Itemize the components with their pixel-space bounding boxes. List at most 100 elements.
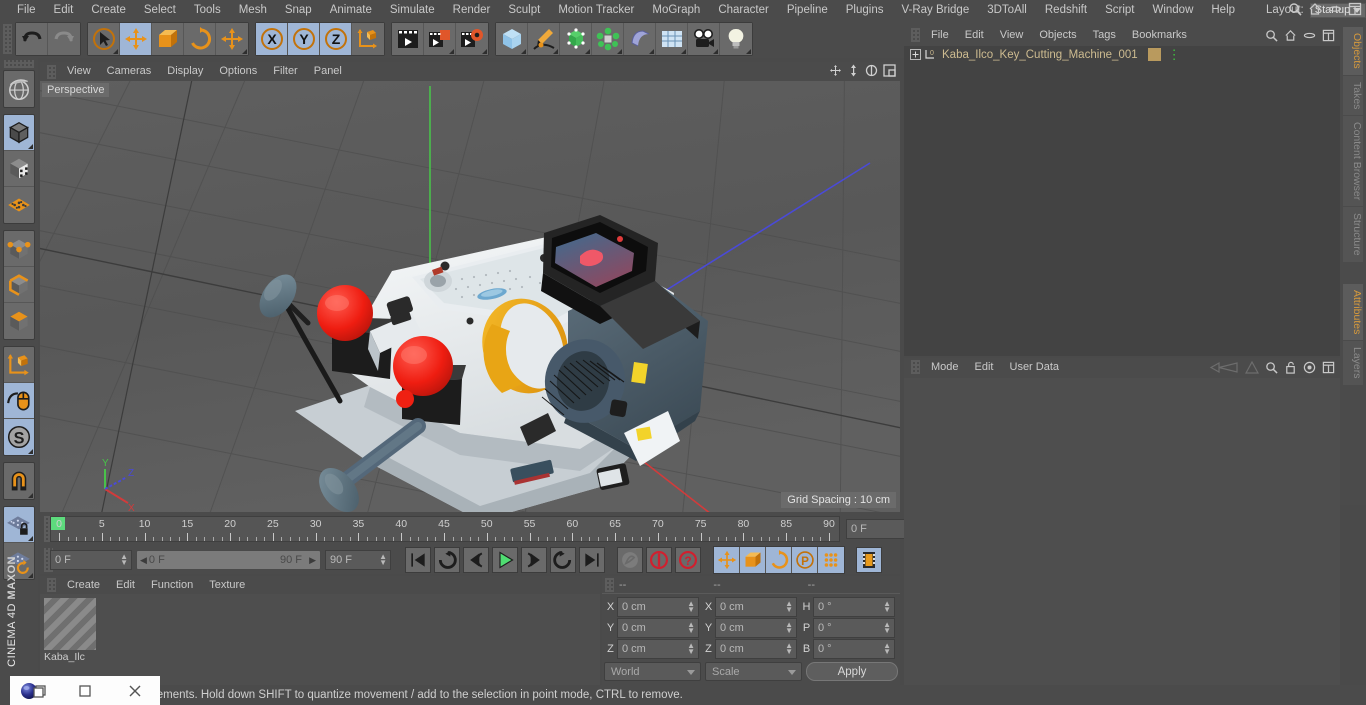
- menu-item-sculpt[interactable]: Sculpt: [499, 0, 549, 20]
- stepper-icon[interactable]: ▲▼: [379, 553, 387, 567]
- previous-key-icon[interactable]: [434, 547, 460, 573]
- expand-plus-icon[interactable]: [910, 49, 921, 60]
- coord-size-field[interactable]: 0 cm ▲ ▼: [715, 597, 797, 617]
- next-key-icon[interactable]: [550, 547, 576, 573]
- viewport-menu-display[interactable]: Display: [159, 62, 211, 81]
- object-menu-edit[interactable]: Edit: [957, 26, 992, 44]
- live-selection-icon[interactable]: [88, 23, 120, 55]
- record-param-icon[interactable]: [818, 547, 844, 573]
- render-region-icon[interactable]: [424, 23, 456, 55]
- pan-icon[interactable]: [829, 64, 842, 77]
- attribute-menu-mode[interactable]: Mode: [923, 358, 967, 376]
- menu-item-simulate[interactable]: Simulate: [381, 0, 444, 20]
- menu-item-help[interactable]: Help: [1202, 0, 1244, 20]
- array-generator-icon[interactable]: [560, 23, 592, 55]
- rotate-icon[interactable]: [184, 23, 216, 55]
- floor-environment-icon[interactable]: [656, 23, 688, 55]
- range-left-arrow-icon[interactable]: ◀: [140, 555, 147, 566]
- object-menu-bookmarks[interactable]: Bookmarks: [1124, 26, 1195, 44]
- menu-item-animate[interactable]: Animate: [321, 0, 381, 20]
- restore-icon[interactable]: [10, 676, 60, 705]
- mouse-viewport-icon[interactable]: [4, 383, 34, 419]
- undo-view-globe-icon[interactable]: [4, 71, 34, 107]
- back-nav-icon[interactable]: [1209, 361, 1239, 374]
- autokey-icon[interactable]: [617, 547, 643, 573]
- coord-size-field[interactable]: 0 cm ▲ ▼: [715, 618, 797, 638]
- texture-axis-icon[interactable]: [4, 151, 34, 187]
- material-swatch[interactable]: [44, 598, 96, 650]
- maximize-icon[interactable]: [60, 676, 110, 705]
- menu-item-mograph[interactable]: MoGraph: [643, 0, 709, 20]
- target-icon[interactable]: [1303, 361, 1316, 374]
- viewport-3d-canvas[interactable]: Y X Z Perspective Grid Spacing : 10 cm: [40, 81, 900, 512]
- polygon-mode-icon[interactable]: [4, 303, 34, 339]
- coord-rotation-field[interactable]: 0 ° ▲ ▼: [813, 639, 895, 659]
- step-forward-icon[interactable]: [521, 547, 547, 573]
- scale-icon[interactable]: [152, 23, 184, 55]
- viewport-menu-filter[interactable]: Filter: [265, 62, 305, 81]
- viewport-menu-view[interactable]: View: [59, 62, 99, 81]
- menu-item-3dtoall[interactable]: 3DToAll: [978, 0, 1036, 20]
- stepper-icon[interactable]: ▲▼: [687, 642, 695, 656]
- edge-mode-icon[interactable]: [4, 267, 34, 303]
- light-icon[interactable]: [720, 23, 752, 55]
- search-icon[interactable]: [1265, 361, 1278, 374]
- maximize-view-icon[interactable]: [883, 64, 896, 77]
- object-manager-grip[interactable]: [911, 28, 920, 42]
- material-menu-create[interactable]: Create: [59, 576, 108, 594]
- apply-button[interactable]: Apply: [806, 662, 898, 681]
- stepper-icon[interactable]: ▲▼: [883, 621, 891, 635]
- dock-tab-takes[interactable]: Takes: [1343, 75, 1363, 116]
- coord-rotation-field[interactable]: 0 ° ▲ ▼: [813, 597, 895, 617]
- render-settings-icon[interactable]: [456, 23, 488, 55]
- stepper-icon[interactable]: ▲▼: [883, 642, 891, 656]
- lock-icon[interactable]: [1284, 361, 1297, 374]
- play-icon[interactable]: [492, 547, 518, 573]
- coord-rotation-field[interactable]: 0 ° ▲ ▼: [813, 618, 895, 638]
- stepper-icon[interactable]: ▲▼: [785, 621, 793, 635]
- object-axis-icon[interactable]: [4, 347, 34, 383]
- menu-item-motion-tracker[interactable]: Motion Tracker: [549, 0, 643, 20]
- minimize-icon[interactable]: [1328, 2, 1342, 16]
- record-pla-icon[interactable]: P: [792, 547, 818, 573]
- redo-icon[interactable]: [48, 23, 80, 55]
- menu-item-plugins[interactable]: Plugins: [837, 0, 893, 20]
- mograph-cloner-icon[interactable]: [592, 23, 624, 55]
- stepper-icon[interactable]: ▲▼: [883, 600, 891, 614]
- material-grip[interactable]: [47, 578, 56, 592]
- object-menu-objects[interactable]: Objects: [1031, 26, 1084, 44]
- object-menu-file[interactable]: File: [923, 26, 957, 44]
- dock-tab-layers[interactable]: Layers: [1343, 341, 1363, 385]
- menu-item-create[interactable]: Create: [82, 0, 135, 20]
- record-position-icon[interactable]: [714, 547, 740, 573]
- coord-position-field[interactable]: 0 cm ▲ ▼: [617, 639, 699, 659]
- viewport-menu-panel[interactable]: Panel: [306, 62, 350, 81]
- minimize-icon[interactable]: [1303, 29, 1316, 42]
- menu-item-file[interactable]: File: [8, 0, 45, 20]
- dock-tab-content-browser[interactable]: Content Browser: [1343, 116, 1363, 207]
- cube-primitive-icon[interactable]: [496, 23, 528, 55]
- record-rotation-icon[interactable]: [766, 547, 792, 573]
- goto-start-icon[interactable]: [405, 547, 431, 573]
- current-frame-field[interactable]: 0 F ▲ ▼: [50, 550, 132, 570]
- undo-icon[interactable]: [16, 23, 48, 55]
- frame-range-slider[interactable]: ◀ 0 F 90 F ▶: [136, 550, 321, 570]
- dock-tab-objects[interactable]: Objects: [1343, 27, 1363, 75]
- toolbar-grip[interactable]: [3, 24, 12, 54]
- step-back-icon[interactable]: [463, 547, 489, 573]
- viewport-menu-options[interactable]: Options: [211, 62, 265, 81]
- material-menu-texture[interactable]: Texture: [201, 576, 253, 594]
- make-editable-cube-icon[interactable]: [4, 115, 34, 151]
- stepper-icon[interactable]: ▲▼: [785, 600, 793, 614]
- world-coordinate-icon[interactable]: [352, 23, 384, 55]
- material-list[interactable]: Kaba_Ilc: [40, 594, 600, 687]
- search-icon[interactable]: [1265, 29, 1278, 42]
- axis-z-icon[interactable]: Z: [320, 23, 352, 55]
- magnet-icon[interactable]: [4, 463, 34, 499]
- soft-selection-icon[interactable]: S: [4, 419, 34, 455]
- menu-item-redshift[interactable]: Redshift: [1036, 0, 1096, 20]
- spline-pen-icon[interactable]: [528, 23, 560, 55]
- dock-tab-structure[interactable]: Structure: [1343, 207, 1363, 262]
- home-icon[interactable]: [1308, 2, 1322, 16]
- axis-x-icon[interactable]: X: [256, 23, 288, 55]
